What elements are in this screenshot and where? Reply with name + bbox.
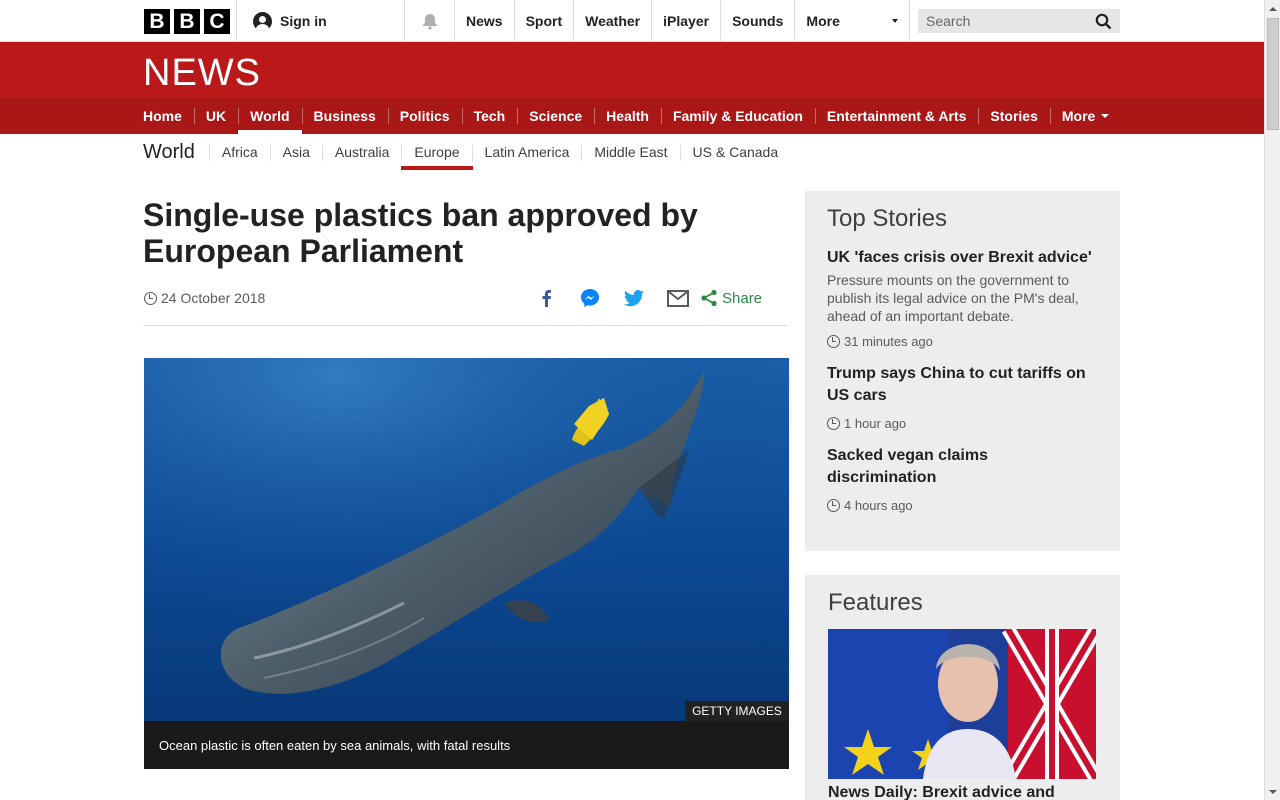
notifications-button[interactable]: [404, 0, 454, 42]
top-stories-panel: Top Stories UK 'faces crisis over Brexit…: [805, 191, 1120, 551]
nav-iplayer[interactable]: iPlayer: [651, 0, 720, 42]
top-story-title[interactable]: UK 'faces crisis over Brexit advice': [827, 247, 1098, 269]
bbc-logo[interactable]: B B C: [144, 9, 230, 34]
sub-nav: World Africa Asia Australia Europe Latin…: [143, 134, 790, 170]
messenger-icon: [581, 289, 599, 307]
facebook-share-button[interactable]: [532, 284, 560, 312]
scroll-up-arrow-icon[interactable]: [1265, 0, 1280, 17]
vertical-scrollbar[interactable]: [1264, 0, 1280, 800]
twitter-icon: [624, 289, 644, 306]
user-icon: [253, 11, 272, 31]
top-story-time: 1 hour ago: [827, 416, 1098, 431]
top-story-summary: Pressure mounts on the government to pub…: [827, 272, 1079, 324]
sub-nav-australia[interactable]: Australia: [321, 143, 401, 161]
image-credit: GETTY IMAGES: [685, 701, 789, 721]
search-icon[interactable]: [1095, 13, 1112, 30]
clock-icon: [827, 417, 840, 430]
divider: [143, 325, 788, 326]
article-headline: Single-use plastics ban approved by Euro…: [143, 197, 698, 269]
main-nav-science[interactable]: Science: [517, 98, 594, 134]
image-caption: Ocean plastic is often eaten by sea anim…: [144, 721, 789, 769]
clock-icon: [827, 335, 840, 348]
nav-more-dropdown[interactable]: More: [794, 0, 911, 42]
search-input[interactable]: Search: [918, 9, 1120, 33]
main-nav: Home UK World Business Politics Tech Sci…: [0, 98, 1264, 134]
sub-nav-latin-america[interactable]: Latin America: [471, 143, 582, 161]
nav-more-label: More: [806, 13, 840, 29]
news-header: NEWS: [0, 42, 1264, 98]
email-share-button[interactable]: [664, 284, 692, 312]
article-date-text: 24 October 2018: [161, 290, 266, 306]
sperm-whale-illustration: [144, 358, 789, 721]
clock-icon: [144, 291, 157, 305]
chevron-down-icon: [892, 19, 899, 23]
top-story-time-text: 4 hours ago: [844, 498, 913, 513]
main-nav-tech[interactable]: Tech: [461, 98, 518, 134]
chevron-down-icon: [1101, 114, 1110, 118]
top-story-time-text: 1 hour ago: [844, 416, 907, 431]
main-nav-family-education[interactable]: Family & Education: [660, 98, 815, 134]
feature-title[interactable]: News Daily: Brexit advice and: [828, 784, 1055, 800]
sub-nav-us-canada[interactable]: US & Canada: [679, 143, 791, 161]
share-button[interactable]: Share: [700, 289, 762, 307]
nav-sounds[interactable]: Sounds: [720, 0, 794, 42]
main-nav-health[interactable]: Health: [594, 98, 661, 134]
sub-nav-africa[interactable]: Africa: [208, 143, 270, 161]
main-nav-uk[interactable]: UK: [193, 98, 238, 134]
scrollbar-thumb[interactable]: [1267, 18, 1279, 130]
twitter-share-button[interactable]: [620, 284, 648, 312]
logo-letter-b1: B: [144, 9, 170, 34]
main-nav-more-label: More: [1061, 108, 1096, 124]
sign-in-label: Sign in: [280, 13, 327, 29]
feature-photo: [828, 629, 1096, 779]
feature-image[interactable]: [828, 629, 1096, 779]
email-icon: [667, 289, 689, 307]
main-nav-stories[interactable]: Stories: [978, 98, 1049, 134]
top-stories-heading: Top Stories: [827, 205, 948, 232]
logo-letter-c: C: [204, 9, 230, 34]
share-label: Share: [722, 289, 763, 307]
top-story-time: 4 hours ago: [827, 498, 1098, 513]
search-placeholder: Search: [926, 13, 971, 29]
top-story-item[interactable]: Sacked vegan claims discrimination 4 hou…: [827, 445, 1098, 513]
global-header: B B C Sign in News Sport Weather iPlayer…: [0, 0, 1264, 42]
logo-letter-b2: B: [174, 9, 200, 34]
hero-image: [144, 358, 789, 721]
top-story-item[interactable]: Trump says China to cut tariffs on US ca…: [827, 363, 1098, 431]
scroll-down-arrow-icon[interactable]: [1265, 783, 1280, 800]
main-nav-business[interactable]: Business: [301, 98, 388, 134]
nav-sport[interactable]: Sport: [513, 0, 574, 42]
sub-nav-europe[interactable]: Europe: [401, 143, 473, 170]
bell-icon: [422, 14, 437, 30]
nav-news[interactable]: News: [454, 0, 514, 42]
share-tools: Share: [532, 284, 762, 312]
main-nav-world[interactable]: World: [238, 98, 302, 134]
sub-nav-asia[interactable]: Asia: [269, 143, 322, 161]
main-nav-entertainment-arts[interactable]: Entertainment & Arts: [814, 98, 979, 134]
top-story-time-text: 31 minutes ago: [844, 334, 933, 349]
sign-in-button[interactable]: Sign in: [236, 0, 404, 42]
article-date: 24 October 2018: [144, 290, 265, 306]
main-nav-politics[interactable]: Politics: [387, 98, 462, 134]
facebook-icon: [542, 290, 551, 307]
top-story-title[interactable]: Trump says China to cut tariffs on US ca…: [827, 363, 1098, 407]
top-story-title[interactable]: Sacked vegan claims discrimination: [827, 445, 1098, 489]
features-panel: Features News Daily: Brexit advice and: [805, 575, 1120, 800]
nav-weather[interactable]: Weather: [573, 0, 651, 42]
share-icon: [701, 289, 717, 307]
features-heading: Features: [828, 589, 923, 616]
global-nav: News Sport Weather iPlayer Sounds More: [454, 0, 911, 42]
top-story-time: 31 minutes ago: [827, 334, 1098, 349]
clock-icon: [827, 499, 840, 512]
main-nav-home[interactable]: Home: [143, 98, 194, 134]
section-title[interactable]: World: [143, 141, 195, 164]
messenger-share-button[interactable]: [576, 284, 604, 312]
main-nav-more[interactable]: More: [1049, 98, 1121, 134]
news-logo[interactable]: NEWS: [143, 52, 261, 95]
sub-nav-middle-east[interactable]: Middle East: [581, 143, 679, 161]
top-story-item[interactable]: UK 'faces crisis over Brexit advice' Pre…: [827, 247, 1098, 349]
